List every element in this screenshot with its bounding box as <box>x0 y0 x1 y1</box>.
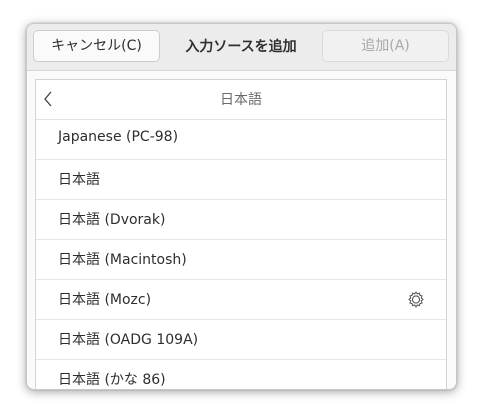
list-item-label: 日本語 (OADG 109A) <box>58 332 199 348</box>
list-item[interactable]: Japanese (PC-98) <box>36 120 446 160</box>
cancel-button[interactable]: キャンセル(C) <box>33 30 160 62</box>
list-title: 日本語 <box>220 92 262 108</box>
list-item-label: 日本語 (Dvorak) <box>58 212 166 228</box>
list-item[interactable]: 日本語 (Macintosh) <box>36 240 446 280</box>
list-header[interactable]: 日本語 <box>36 80 446 120</box>
add-input-source-dialog: キャンセル(C) 入力ソースを追加 追加(A) 日本語 Japanese (PC… <box>26 23 457 390</box>
list-item-label: 日本語 (Mozc) <box>58 292 152 308</box>
header-bar: キャンセル(C) 入力ソースを追加 追加(A) <box>27 24 456 71</box>
gear-icon[interactable] <box>407 291 425 309</box>
dialog-title: 入力ソースを追加 <box>185 39 297 55</box>
input-source-list: 日本語 Japanese (PC-98) 日本語 日本語 (Dvorak) 日本… <box>35 79 447 389</box>
list-item[interactable]: 日本語 <box>36 160 446 200</box>
list-item-label: 日本語 <box>58 172 100 188</box>
list-item[interactable]: 日本語 (Dvorak) <box>36 200 446 240</box>
list-item-label: 日本語 (かな 86) <box>58 372 166 388</box>
list-item[interactable]: 日本語 (Mozc) <box>36 280 446 320</box>
list-item-label: 日本語 (Macintosh) <box>58 252 187 268</box>
list-item-label: Japanese (PC-98) <box>58 129 179 145</box>
add-button[interactable]: 追加(A) <box>322 30 449 62</box>
list-item[interactable]: 日本語 (OADG 109A) <box>36 320 446 360</box>
list-item[interactable]: 日本語 (かな 86) <box>36 360 446 389</box>
